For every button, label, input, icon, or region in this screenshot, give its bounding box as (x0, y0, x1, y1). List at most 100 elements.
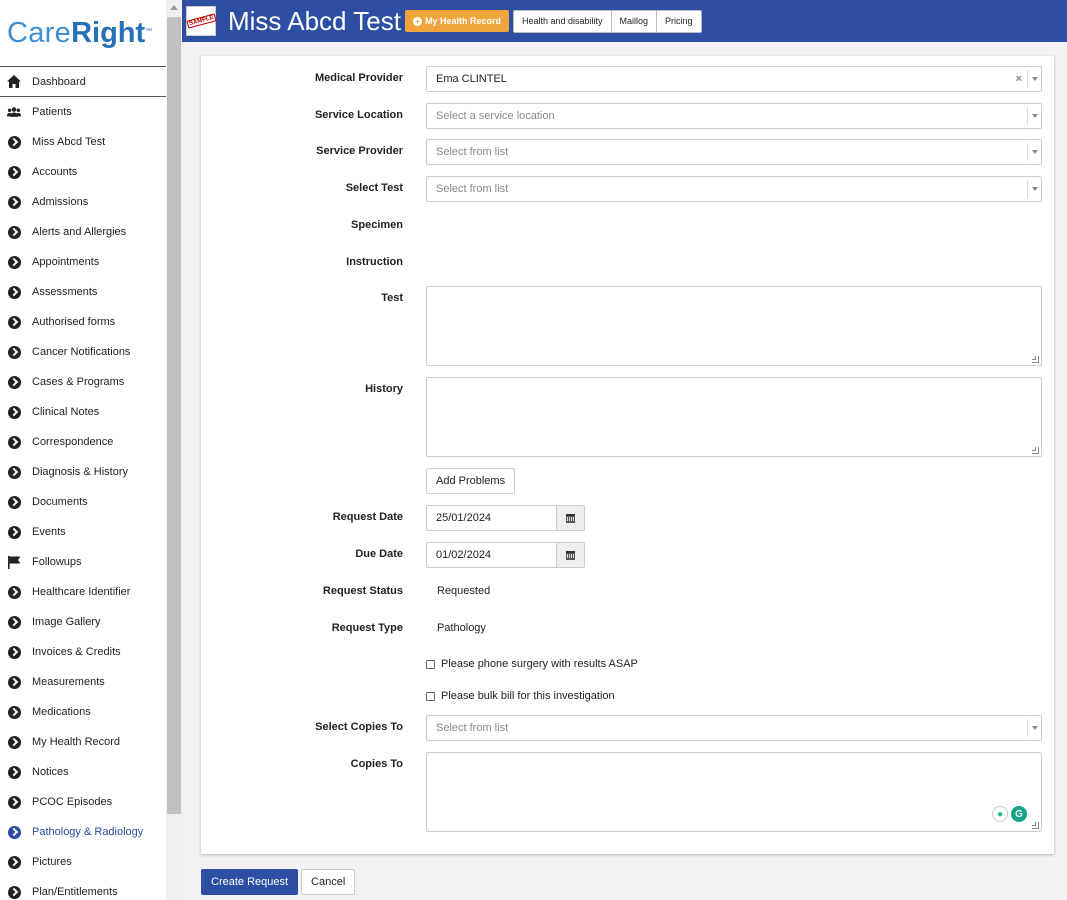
chevron-circle-icon (7, 255, 21, 269)
select-test-placeholder: Select from list (436, 183, 509, 195)
chevron-circle-icon (7, 795, 21, 809)
sidebar-item-label: Notices (32, 766, 69, 778)
sidebar-item-label: Patients (32, 106, 72, 118)
scrollbar-thumb[interactable] (167, 17, 181, 814)
resize-grip-icon[interactable] (1032, 822, 1039, 829)
sidebar-item-my-health-record[interactable]: My Health Record (0, 727, 166, 757)
sidebar-item-followups[interactable]: Followups (0, 547, 166, 577)
tab-health-and-disability[interactable]: Health and disability (512, 9, 612, 33)
sidebar-item-patients[interactable]: Patients (0, 97, 166, 127)
sidebar-item-authorised-forms[interactable]: Authorised forms (0, 307, 166, 337)
chevron-circle-icon (7, 615, 21, 629)
tab-pricing[interactable]: Pricing (656, 9, 702, 33)
select-copies-to-select[interactable]: Select from list (426, 715, 1042, 741)
sidebar-item-label: Cases & Programs (32, 376, 125, 388)
add-problems-button[interactable]: Add Problems (426, 468, 516, 494)
grammarly-widget[interactable]: ● G (989, 806, 1027, 822)
bulk-bill-checkbox[interactable] (426, 691, 435, 701)
sidebar-item-documents[interactable]: Documents (0, 487, 166, 517)
sidebar-item-pcoc-episodes[interactable]: PCOC Episodes (0, 787, 166, 817)
sidebar-item-plan-entitlements[interactable]: Plan/Entitlements (0, 877, 166, 900)
header-tab-group: Health and disability Maillog Pricing (512, 9, 702, 33)
chevron-circle-icon (7, 195, 21, 209)
sidebar-item-clinical-notes[interactable]: Clinical Notes (0, 397, 166, 427)
due-date-picker-button[interactable] (557, 542, 585, 568)
chevron-circle-icon (7, 135, 21, 149)
tab-mailog[interactable]: Maillog (610, 9, 658, 33)
chevron-circle-icon (7, 735, 21, 749)
clear-icon[interactable]: × (1016, 73, 1022, 85)
due-date-input[interactable]: 01/02/2024 (426, 542, 557, 568)
sidebar-item-label: Measurements (32, 676, 105, 688)
sidebar-item-label: PCOC Episodes (32, 796, 113, 808)
sidebar-item-cases-programs[interactable]: Cases & Programs (0, 367, 166, 397)
request-date-input[interactable]: 25/01/2024 (426, 505, 557, 531)
sidebar-item-label: Events (32, 526, 66, 538)
carelight-logo[interactable]: Care Right ™ (0, 0, 166, 67)
sidebar-item-events[interactable]: Events (0, 517, 166, 547)
my-health-record-button[interactable]: + My Health Record (404, 10, 509, 32)
sidebar-item-label: Authorised forms (32, 316, 116, 328)
service-provider-label: Service Provider (316, 145, 403, 157)
phone-surgery-checkbox-label[interactable]: Please phone surgery with results ASAP (426, 658, 638, 670)
sidebar-item-cancer-notifications[interactable]: Cancer Notifications (0, 337, 166, 367)
sidebar-item-pictures[interactable]: Pictures (0, 847, 166, 877)
logo-care-text: Care (7, 16, 72, 49)
sidebar-item-label: Correspondence (32, 436, 114, 448)
copies-to-textarea[interactable]: ● G (426, 752, 1042, 832)
dropdown-caret-icon (1027, 107, 1041, 125)
instruction-label: Instruction (346, 256, 403, 268)
history-textarea[interactable] (426, 377, 1042, 457)
grammarly-g-icon[interactable]: G (1011, 806, 1027, 822)
pathology-request-form: Medical Provider Ema CLINTEL × Service L… (201, 56, 1054, 854)
test-textarea[interactable] (426, 286, 1042, 366)
sidebar-item-assessments[interactable]: Assessments (0, 277, 166, 307)
calendar-icon (566, 550, 575, 560)
sidebar-item-diagnosis-history[interactable]: Diagnosis & History (0, 457, 166, 487)
chevron-circle-icon (7, 765, 21, 779)
flag-icon (7, 555, 21, 569)
sidebar-item-label: Invoices & Credits (32, 646, 121, 658)
request-date-picker-button[interactable] (557, 505, 585, 531)
sidebar-item-accounts[interactable]: Accounts (0, 157, 166, 187)
home-icon (7, 75, 21, 89)
phone-surgery-text: Please phone surgery with results ASAP (441, 658, 638, 670)
service-provider-select[interactable]: Select from list (426, 139, 1042, 165)
service-location-select[interactable]: Select a service location (426, 103, 1042, 129)
chevron-circle-icon (7, 405, 21, 419)
sidebar-item-appointments[interactable]: Appointments (0, 247, 166, 277)
scroll-up-arrow-icon[interactable] (170, 5, 178, 10)
sidebar-item-notices[interactable]: Notices (0, 757, 166, 787)
sidebar-item-miss-abcd-test[interactable]: Miss Abcd Test (0, 127, 166, 157)
medical-provider-select[interactable]: Ema CLINTEL × (426, 66, 1042, 92)
create-request-button[interactable]: Create Request (201, 869, 299, 895)
cancel-button[interactable]: Cancel (301, 869, 356, 895)
sidebar-item-healthcare-identifier[interactable]: Healthcare Identifier (0, 577, 166, 607)
service-location-placeholder: Select a service location (436, 110, 555, 122)
sidebar-item-alerts-and-allergies[interactable]: Alerts and Allergies (0, 217, 166, 247)
sidebar-item-image-gallery[interactable]: Image Gallery (0, 607, 166, 637)
sidebar-item-invoices-credits[interactable]: Invoices & Credits (0, 637, 166, 667)
sidebar-item-correspondence[interactable]: Correspondence (0, 427, 166, 457)
select-copies-to-row: Select Copies To Select from list (201, 715, 1054, 741)
sidebar-item-measurements[interactable]: Measurements (0, 667, 166, 697)
bulk-bill-checkbox-label[interactable]: Please bulk bill for this investigation (426, 690, 615, 702)
sidebar-item-dashboard[interactable]: Dashboard (0, 67, 166, 97)
specimen-label: Specimen (351, 219, 403, 231)
grammarly-suggestion-icon[interactable]: ● (992, 806, 1008, 822)
due-date-label: Due Date (355, 548, 403, 560)
select-test-select[interactable]: Select from list (426, 176, 1042, 202)
chevron-circle-icon (7, 315, 21, 329)
patient-avatar[interactable]: SAMPLE (185, 6, 217, 36)
service-provider-placeholder: Select from list (436, 146, 509, 158)
sidebar-item-pathology-radiology[interactable]: Pathology & Radiology (0, 817, 166, 847)
calendar-icon (566, 513, 575, 523)
chevron-circle-icon (7, 825, 21, 839)
sidebar-scrollbar[interactable] (166, 0, 182, 900)
sidebar-item-medications[interactable]: Medications (0, 697, 166, 727)
history-label: History (365, 383, 403, 395)
resize-grip-icon[interactable] (1032, 447, 1039, 454)
resize-grip-icon[interactable] (1032, 356, 1039, 363)
sidebar-item-admissions[interactable]: Admissions (0, 187, 166, 217)
phone-surgery-checkbox[interactable] (426, 659, 435, 669)
